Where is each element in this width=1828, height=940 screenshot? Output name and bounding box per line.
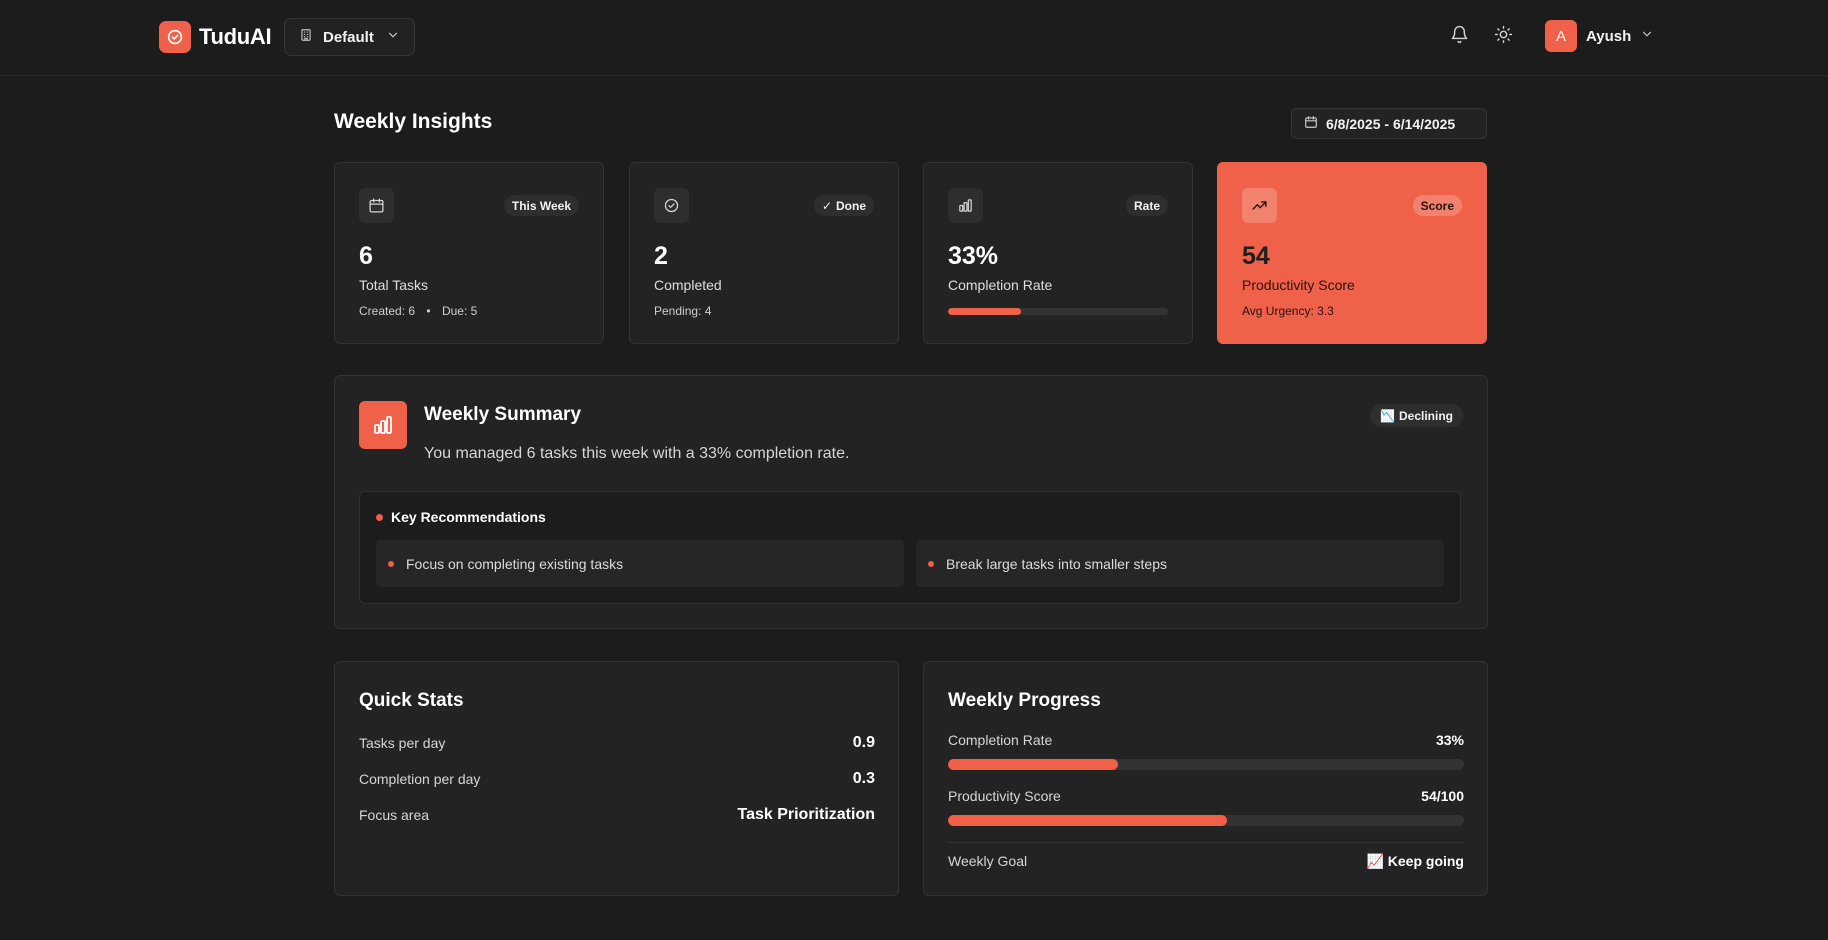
chart-increasing-icon: 📈 — [1366, 853, 1384, 869]
completed-card: ✓ Done 2 Completed Pending: 4 — [629, 162, 899, 344]
productivity-score-bar — [948, 815, 1464, 826]
status-badge: ✓ Done — [813, 195, 874, 216]
calendar-icon — [359, 188, 394, 223]
total-tasks-label: Total Tasks — [359, 277, 428, 293]
date-range-picker[interactable]: 6/8/2025 - 6/14/2025 — [1291, 108, 1487, 139]
recommendations-title-text: Key Recommendations — [391, 509, 546, 525]
total-tasks-card: This Week 6 Total Tasks Created: 6 • Due… — [334, 162, 604, 344]
completed-label: Completed — [654, 277, 722, 293]
created-due-text: Created: 6 • Due: 5 — [359, 304, 477, 318]
completion-rate-label: Completion Rate — [948, 732, 1053, 748]
weekly-goal-row: Weekly Goal 📈 Keep going — [948, 853, 1464, 870]
completed-value: 2 — [654, 242, 668, 270]
productivity-score-label: Productivity Score — [948, 788, 1061, 804]
notifications-button[interactable] — [1446, 24, 1472, 50]
user-name: Ayush — [1586, 27, 1632, 45]
calendar-icon — [1304, 115, 1318, 132]
bell-icon — [1450, 25, 1469, 49]
created-count: Created: 6 — [359, 304, 416, 318]
check-circle-icon — [654, 188, 689, 223]
recommendation-item: Focus on completing existing tasks — [376, 540, 904, 587]
stat-value: 0.9 — [852, 734, 875, 751]
completion-rate-value: 33% — [1435, 732, 1464, 748]
sun-icon — [1494, 25, 1513, 49]
stat-value: Task Prioritization — [737, 806, 875, 823]
summary-text: You managed 6 tasks this week with a 33%… — [424, 445, 850, 462]
stat-label: Completion per day — [359, 771, 481, 787]
trend-badge: 📉 Declining — [1370, 404, 1463, 427]
workspace-select[interactable]: Default — [284, 18, 415, 56]
avg-urgency-text: Avg Urgency: 3.3 — [1242, 304, 1334, 318]
pending-text: Pending: 4 — [654, 304, 712, 318]
quick-stats-title: Quick Stats — [359, 690, 464, 711]
total-tasks-value: 6 — [359, 242, 373, 270]
bar-chart-icon — [948, 188, 983, 223]
recommendation-item: Break large tasks into smaller steps — [916, 540, 1444, 587]
quick-stat-row: Focus area Task Prioritization — [359, 806, 875, 824]
badge-label: Done — [836, 198, 866, 213]
recommendations-title: Key Recommendations — [376, 509, 546, 525]
building-icon — [299, 28, 313, 46]
due-count: Due: 5 — [441, 304, 478, 318]
completion-rate-card: Rate 33% Completion Rate — [923, 162, 1193, 344]
status-badge: Rate — [1125, 195, 1168, 216]
productivity-score-label: Productivity Score — [1242, 277, 1355, 293]
stat-value: 0.3 — [852, 770, 875, 787]
weekly-goal-text: Keep going — [1387, 853, 1464, 869]
progress-fill — [948, 308, 1021, 315]
productivity-score-row: Productivity Score 54/100 — [948, 788, 1464, 804]
productivity-score-value: 54/100 — [1421, 788, 1464, 804]
completion-progress-bar — [948, 308, 1168, 315]
check-icon: ✓ — [821, 198, 832, 213]
chart-decreasing-icon: 📉 — [1380, 408, 1395, 423]
quick-stat-row: Tasks per day 0.9 — [359, 734, 875, 752]
recommendation-text: Break large tasks into smaller steps — [946, 555, 1167, 572]
completion-rate-value: 33% — [948, 242, 999, 270]
separator: • — [426, 304, 431, 318]
quick-stat-row: Completion per day 0.3 — [359, 770, 875, 788]
summary-title: Weekly Summary — [424, 404, 582, 425]
weekly-progress-title: Weekly Progress — [948, 690, 1101, 711]
status-badge: Score — [1412, 195, 1462, 216]
user-menu[interactable]: A Ayush — [1545, 20, 1654, 52]
completion-rate-bar — [948, 759, 1464, 770]
progress-fill — [948, 815, 1227, 826]
date-range-text: 6/8/2025 - 6/14/2025 — [1326, 115, 1456, 132]
trend-label: Declining — [1398, 408, 1453, 423]
theme-toggle-button[interactable] — [1490, 24, 1516, 50]
trending-up-icon — [1242, 188, 1277, 223]
avatar: A — [1545, 20, 1577, 52]
recommendation-text: Focus on completing existing tasks — [406, 555, 624, 572]
completion-rate-label: Completion Rate — [948, 277, 1053, 293]
weekly-goal-value: 📈 Keep going — [1366, 853, 1464, 870]
bullet-dot — [376, 513, 383, 521]
weekly-summary-panel: Weekly Summary You managed 6 tasks this … — [334, 375, 1488, 629]
status-badge: This Week — [503, 195, 579, 216]
stat-label: Tasks per day — [359, 735, 446, 751]
top-bar: TuduAI Default A Ayush — [0, 0, 1828, 76]
divider — [948, 842, 1464, 843]
weekly-progress-panel: Weekly Progress Completion Rate 33% Prod… — [923, 661, 1488, 896]
workspace-name: Default — [323, 28, 374, 46]
progress-fill — [948, 759, 1119, 770]
quick-stats-panel: Quick Stats Tasks per day 0.9 Completion… — [334, 661, 899, 896]
stat-label: Focus area — [359, 807, 430, 823]
bullet-dot — [928, 560, 934, 567]
bar-chart-icon — [359, 401, 407, 449]
key-recommendations: Key Recommendations Focus on completing … — [359, 491, 1461, 604]
app-logo[interactable]: TuduAI — [159, 21, 272, 53]
app-name: TuduAI — [199, 24, 272, 49]
logo-check-icon — [159, 21, 191, 53]
completion-rate-row: Completion Rate 33% — [948, 732, 1464, 748]
chevron-down-icon — [1640, 27, 1654, 46]
productivity-score-value: 54 — [1242, 242, 1270, 270]
weekly-goal-label: Weekly Goal — [948, 853, 1028, 869]
bullet-dot — [388, 560, 394, 567]
page-title: Weekly Insights — [334, 110, 493, 133]
productivity-score-card: Score 54 Productivity Score Avg Urgency:… — [1217, 162, 1487, 344]
chevron-down-icon — [386, 28, 400, 46]
